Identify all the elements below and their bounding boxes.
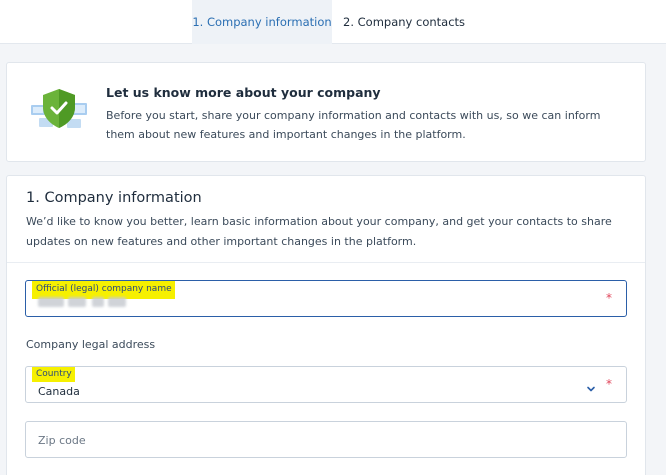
section-title: 1. Company information	[26, 190, 202, 206]
intro-title: Let us know more about your company	[106, 85, 381, 100]
intro-card: Let us know more about your company Befo…	[6, 62, 646, 162]
required-mark: *	[606, 377, 612, 391]
address-section-label: Company legal address	[26, 338, 156, 351]
intro-text: Before you start, share your company inf…	[106, 109, 601, 141]
redacted-value	[38, 297, 126, 307]
zip-code-placeholder: Zip code	[38, 434, 86, 447]
section-description: We’d like to know you better, learn basi…	[26, 215, 612, 248]
tab-company-contacts[interactable]: 2. Company contacts	[343, 0, 465, 44]
company-name-field[interactable]: Official (legal) company name *	[25, 280, 627, 317]
tab-company-information[interactable]: 1. Company information	[192, 0, 332, 44]
required-mark: *	[606, 291, 612, 305]
company-information-card: 1. Company information We’d like to know…	[6, 175, 646, 475]
zip-code-input[interactable]: Zip code	[25, 421, 627, 458]
stepper-header: 1. Company information 2. Company contac…	[0, 0, 666, 44]
country-value: Canada	[38, 385, 80, 398]
country-select[interactable]: Country Canada *	[25, 366, 627, 403]
chevron-down-icon[interactable]	[586, 379, 596, 392]
divider	[7, 262, 645, 263]
shield-check-icon	[29, 85, 89, 135]
country-label: Country	[32, 367, 75, 382]
